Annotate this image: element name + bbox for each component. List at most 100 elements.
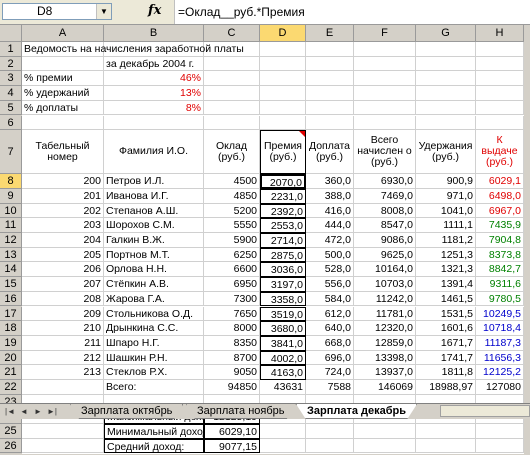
tab-sheet-november[interactable]: Зарплата ноябрь	[186, 404, 296, 419]
table-cell-total[interactable]: 8008,0	[354, 203, 416, 219]
empty-cell[interactable]	[354, 424, 416, 439]
table-cell-ded[interactable]: 1671,7	[416, 335, 476, 351]
column-heading[interactable]: Премия (руб.)	[260, 130, 306, 175]
table-cell-total[interactable]: 9086,0	[354, 233, 416, 248]
row-header-26[interactable]: 26	[0, 438, 22, 454]
table-cell-name[interactable]: Дрынкина С.С.	[104, 321, 204, 336]
table-cell-name[interactable]: Шорохов С.М.	[104, 218, 204, 233]
empty-cell[interactable]	[354, 71, 416, 87]
empty-cell[interactable]	[306, 56, 354, 72]
empty-cell[interactable]	[306, 438, 354, 454]
empty-cell[interactable]	[416, 56, 476, 72]
empty-cell[interactable]	[354, 438, 416, 454]
column-header-f[interactable]: F	[354, 25, 416, 42]
table-cell-salary[interactable]: 4850	[204, 188, 260, 204]
table-cell-extra[interactable]: 360,0	[306, 174, 354, 189]
empty-cell[interactable]	[260, 438, 306, 454]
empty-cell[interactable]	[306, 115, 354, 131]
horizontal-scrollbar[interactable]	[440, 405, 530, 417]
table-cell-id[interactable]: 213	[22, 365, 104, 380]
table-cell-pay[interactable]: 7904,8	[476, 233, 524, 248]
table-cell-id[interactable]: 209	[22, 306, 104, 322]
column-heading[interactable]: Фамилия И.О.	[104, 130, 204, 175]
table-cell-ded[interactable]: 1741,7	[416, 350, 476, 366]
sheet-subtitle[interactable]: за декабрь 2004 г.	[104, 56, 204, 72]
empty-cell[interactable]	[354, 42, 416, 57]
table-cell-salary[interactable]: 8000	[204, 321, 260, 336]
table-cell-total[interactable]: 11781,0	[354, 306, 416, 322]
empty-cell[interactable]	[204, 100, 260, 116]
empty-cell[interactable]	[354, 56, 416, 72]
empty-cell[interactable]	[260, 71, 306, 87]
table-cell-salary[interactable]: 9050	[204, 365, 260, 380]
empty-cell[interactable]	[260, 424, 306, 439]
table-cell-total[interactable]: 12859,0	[354, 335, 416, 351]
table-cell-name[interactable]: Стольникова О.Д.	[104, 306, 204, 322]
total-total[interactable]: 146069	[354, 380, 416, 395]
table-cell-pay[interactable]: 6967,0	[476, 203, 524, 219]
table-cell-bonus[interactable]: 4002,0	[260, 350, 306, 366]
table-cell-pay[interactable]: 8842,7	[476, 262, 524, 278]
row-header-8[interactable]: 8	[0, 174, 22, 189]
empty-cell[interactable]	[306, 424, 354, 439]
row-header-7[interactable]: 7	[0, 130, 22, 175]
table-cell-salary[interactable]: 5550	[204, 218, 260, 233]
column-heading[interactable]: Оклад (руб.)	[204, 130, 260, 175]
table-cell-name[interactable]: Галкин В.Ж.	[104, 233, 204, 248]
empty-cell[interactable]	[476, 86, 524, 101]
table-cell-ded[interactable]: 1041,0	[416, 203, 476, 219]
table-cell-name[interactable]: Стёпкин А.В.	[104, 277, 204, 292]
table-cell-bonus[interactable]: 3680,0	[260, 321, 306, 336]
table-cell-salary[interactable]: 5200	[204, 203, 260, 219]
table-cell-id[interactable]: 204	[22, 233, 104, 248]
param-label[interactable]: % премии	[22, 71, 104, 87]
select-all-corner[interactable]	[0, 25, 22, 42]
stat-label[interactable]: Минимальный доход	[104, 424, 204, 439]
table-cell-name[interactable]: Иванова И.Г.	[104, 188, 204, 204]
table-cell-pay[interactable]: 10249,5	[476, 306, 524, 322]
table-cell-ded[interactable]: 1601,6	[416, 321, 476, 336]
empty-cell[interactable]	[306, 71, 354, 87]
table-cell-bonus[interactable]: 2714,0	[260, 233, 306, 248]
table-cell-id[interactable]: 202	[22, 203, 104, 219]
table-cell-ded[interactable]: 1461,5	[416, 291, 476, 307]
empty-cell[interactable]	[104, 115, 204, 131]
table-cell-total[interactable]: 13937,0	[354, 365, 416, 380]
empty-cell[interactable]	[354, 86, 416, 101]
empty-cell[interactable]	[260, 100, 306, 116]
empty-cell[interactable]	[354, 115, 416, 131]
table-cell-extra[interactable]: 612,0	[306, 306, 354, 322]
table-cell-ded[interactable]: 1251,3	[416, 247, 476, 263]
empty-cell[interactable]	[416, 100, 476, 116]
stat-value[interactable]: 9077,15	[204, 438, 260, 454]
row-header-1[interactable]: 1	[0, 42, 22, 57]
table-cell-extra[interactable]: 444,0	[306, 218, 354, 233]
table-cell-name[interactable]: Степанов А.Ш.	[104, 203, 204, 219]
table-cell-name[interactable]: Орлова Н.Н.	[104, 262, 204, 278]
param-label[interactable]: % удержаний	[22, 86, 104, 101]
row-header-6[interactable]: 6	[0, 115, 22, 131]
table-cell-extra[interactable]: 500,0	[306, 247, 354, 263]
empty-cell[interactable]	[416, 86, 476, 101]
empty-cell[interactable]	[476, 438, 524, 454]
table-cell-total[interactable]: 13398,0	[354, 350, 416, 366]
empty-cell[interactable]	[416, 115, 476, 131]
table-cell-pay[interactable]: 10718,4	[476, 321, 524, 336]
table-cell-salary[interactable]: 6250	[204, 247, 260, 263]
empty-cell[interactable]	[260, 56, 306, 72]
total-ded[interactable]: 18988,97	[416, 380, 476, 395]
fx-icon[interactable]: fx	[148, 3, 161, 18]
empty-cell[interactable]	[476, 42, 524, 57]
table-cell-id[interactable]: 200	[22, 174, 104, 189]
table-cell-name[interactable]: Портнов М.Т.	[104, 247, 204, 263]
empty-cell[interactable]	[476, 424, 524, 439]
name-box-dropdown-icon[interactable]: ▼	[96, 4, 111, 19]
table-cell-ded[interactable]: 1531,5	[416, 306, 476, 322]
row-header-11[interactable]: 11	[0, 218, 22, 233]
table-cell-bonus[interactable]: 3519,0	[260, 306, 306, 322]
table-cell-salary[interactable]: 8350	[204, 335, 260, 351]
comment-indicator-icon[interactable]	[299, 131, 305, 138]
row-header-9[interactable]: 9	[0, 188, 22, 204]
cell-area[interactable]: Ведомость на начисления заработной платы…	[22, 42, 524, 454]
empty-cell[interactable]	[22, 380, 104, 395]
